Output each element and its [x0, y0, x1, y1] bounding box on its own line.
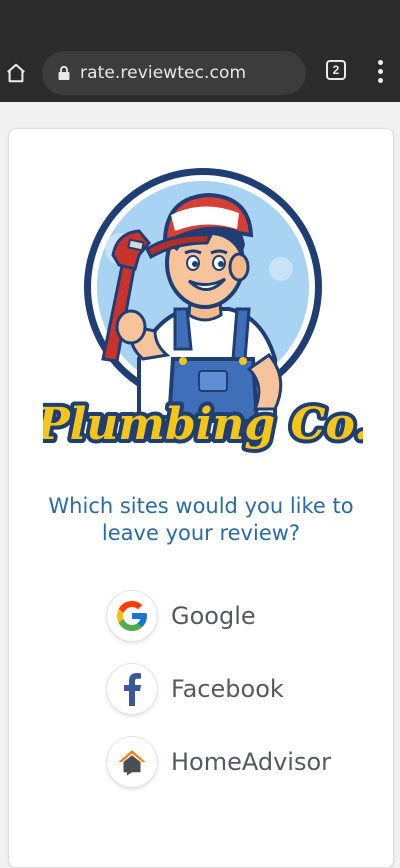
brand-name: Plumbing Co. — [43, 399, 363, 450]
plumbing-co-logo: Plumbing Co. Plumbing Co. — [31, 159, 373, 479]
tab-count: 2 — [332, 63, 340, 77]
menu-dot — [378, 69, 383, 74]
option-homeadvisor[interactable]: HomeAdvisor — [107, 735, 367, 789]
option-label: HomeAdvisor — [171, 748, 332, 776]
status-bar — [0, 0, 400, 44]
review-question: Which sites would you like to leave your… — [9, 493, 393, 547]
home-button[interactable] — [4, 56, 28, 90]
menu-dot — [378, 60, 383, 65]
more-menu-button[interactable] — [370, 59, 390, 83]
google-icon — [107, 591, 157, 641]
address-bar[interactable]: rate.reviewtec.com — [42, 51, 306, 95]
review-card: Plumbing Co. Plumbing Co. Which sites wo… — [8, 128, 394, 868]
lock-icon — [58, 65, 70, 80]
question-line-2: leave your review? — [101, 521, 301, 545]
home-icon — [7, 63, 25, 83]
question-line-1: Which sites would you like to — [48, 494, 354, 518]
option-google[interactable]: Google — [107, 589, 367, 643]
option-facebook[interactable]: Facebook — [107, 662, 367, 716]
plumber-mascot-image: Plumbing Co. Plumbing Co. — [31, 168, 373, 454]
menu-dot — [378, 78, 383, 83]
tab-switcher-button[interactable]: 2 — [326, 60, 346, 80]
browser-toolbar: rate.reviewtec.com 2 — [0, 44, 400, 102]
facebook-icon — [107, 664, 157, 714]
homeadvisor-icon — [107, 737, 157, 787]
option-label: Google — [171, 602, 256, 630]
option-label: Facebook — [171, 675, 284, 703]
url-text: rate.reviewtec.com — [80, 63, 247, 83]
